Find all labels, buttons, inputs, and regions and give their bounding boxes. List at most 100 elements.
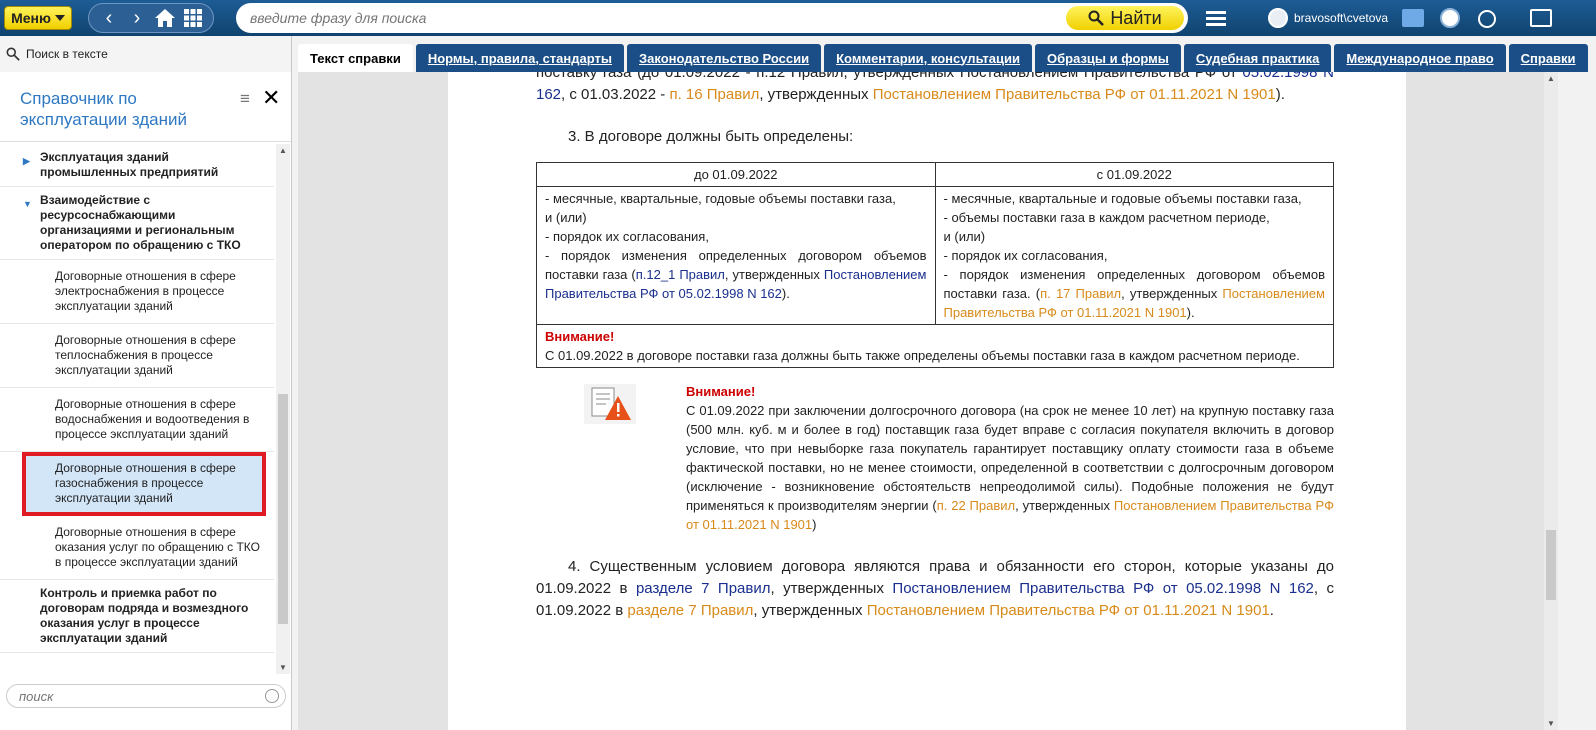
tree-item[interactable]: ▶ Эксплуатация зданий промышленных предпр…	[0, 144, 274, 187]
find-button[interactable]: Найти	[1066, 6, 1184, 30]
cell-line: и (или)	[943, 229, 986, 244]
forward-icon[interactable]: ›	[123, 6, 151, 30]
user-icon	[1268, 8, 1288, 28]
search-icon	[6, 47, 20, 61]
document-content: поставку газа (до 01.09.2022 - п.12 Прав…	[536, 72, 1334, 634]
table-header: до 01.09.2022	[536, 162, 936, 187]
tab-0[interactable]: Текст справки	[298, 44, 413, 72]
tree-item-label: Договорные отношения в сфере водоснабжен…	[55, 397, 250, 441]
chevron-down-icon[interactable]: ▼	[23, 197, 32, 212]
bottom-search-box	[6, 684, 286, 708]
tree-item-selected[interactable]: Договорные отношения в сфере газоснабжен…	[22, 452, 266, 516]
text: )	[812, 517, 817, 532]
left-panel: Поиск в тексте Справочник по эксплуатаци…	[0, 36, 292, 730]
topic-tree: ▶ Эксплуатация зданий промышленных предпр…	[0, 144, 274, 674]
warning-text: С 01.09.2022 в договоре поставки газа до…	[545, 348, 1300, 363]
text: , утвержденных	[724, 267, 820, 282]
link[interactable]: Постановлением Правительства РФ от 05.02…	[892, 580, 1313, 597]
clear-icon[interactable]	[265, 689, 279, 703]
tree-item-label: Договорные отношения в сфере теплоснабже…	[55, 333, 236, 377]
chevron-down-icon	[54, 15, 65, 21]
comparison-table: до 01.09.2022 с 01.09.2022 - месячные, к…	[536, 162, 1334, 368]
tab-7[interactable]: Справки	[1508, 44, 1588, 72]
scroll-up-icon[interactable]: ▲	[279, 146, 287, 155]
paragraph-2-tail: поставку газа (до 01.09.2022 - п.12 Прав…	[536, 72, 1334, 106]
tree-item[interactable]: Контроль и приемка работ по договорам по…	[0, 580, 274, 653]
paragraph-3: 3. В договоре должны быть определены:	[568, 128, 854, 145]
link[interactable]: п.12_1 Правил	[636, 267, 725, 282]
scroll-down-icon[interactable]: ▼	[1547, 719, 1555, 728]
grid-icon[interactable]	[179, 6, 207, 30]
document-area: поставку газа (до 01.09.2022 - п.12 Прав…	[298, 72, 1558, 730]
text: .	[1269, 602, 1274, 619]
link[interactable]: п. 22 Правил	[937, 498, 1015, 513]
tab-2[interactable]: Законодательство России	[626, 44, 822, 72]
tab-6[interactable]: Международное право	[1334, 44, 1506, 72]
tree-item[interactable]: Договорные отношения в сфере теплоснабже…	[0, 324, 274, 388]
search-in-text-label: Поиск в тексте	[26, 47, 108, 61]
tree-item-label: Эксплуатация зданий промышленных предпри…	[40, 150, 219, 179]
document-scrollbar[interactable]: ▲ ▼	[1544, 72, 1558, 730]
folder-icon[interactable]	[1402, 9, 1424, 27]
clock-icon[interactable]	[1440, 8, 1460, 28]
hamburger-icon[interactable]	[1206, 0, 1232, 36]
tree-item[interactable]: Договорные отношения в сфере водоснабжен…	[0, 388, 274, 452]
tree-item-label: Взаимодействие с ресурсоснабжающими орга…	[40, 193, 241, 252]
main-search-input[interactable]	[250, 7, 1050, 29]
text: , утвержденных	[753, 602, 863, 619]
nav-button-group: ‹ ›	[88, 3, 214, 33]
link[interactable]: Постановлением Правительства РФ от 01.11…	[867, 602, 1270, 619]
search-in-text[interactable]: Поиск в тексте	[0, 36, 291, 72]
find-label: Найти	[1110, 7, 1162, 28]
tree-item[interactable]: Договорные отношения в сфере оказания ус…	[0, 516, 274, 580]
tree-item[interactable]: Договорные отношения в сфере электроснаб…	[0, 260, 274, 324]
main-search-box: Найти	[236, 3, 1188, 33]
tab-3[interactable]: Комментарии, консультации	[824, 44, 1032, 72]
tree-item-label: Контроль и приемка работ по договорам по…	[40, 586, 249, 645]
tree-item-label: Договорные отношения в сфере электроснаб…	[55, 269, 236, 313]
text: С 01.09.2022 при заключении долгосрочног…	[686, 403, 1334, 513]
chevron-right-icon[interactable]: ▶	[23, 154, 30, 169]
text: , утвержденных	[1015, 498, 1110, 513]
scroll-thumb[interactable]	[1546, 530, 1556, 600]
scroll-thumb[interactable]	[278, 394, 288, 624]
stopwatch-icon[interactable]	[1478, 10, 1496, 28]
home-icon[interactable]	[151, 6, 179, 30]
table-cell-after: - месячные, квартальные и годовые объемы…	[934, 186, 1334, 325]
paragraph-4: 4. Существенным условием договора являют…	[536, 556, 1334, 622]
document-page: поставку газа (до 01.09.2022 - п.12 Прав…	[448, 72, 1406, 730]
text: , с 01.03.2022 -	[561, 86, 666, 103]
tree-item-label: Договорные отношения в сфере газоснабжен…	[55, 461, 236, 505]
link[interactable]: разделе 7 Правил	[636, 580, 771, 597]
tree-item[interactable]: ▼ Взаимодействие с ресурсоснабжающими орг…	[0, 187, 274, 260]
notice-title: Внимание!	[686, 384, 756, 399]
back-icon[interactable]: ‹	[95, 6, 123, 30]
cell-line: и (или)	[545, 210, 587, 225]
cell-line: - порядок их согласования,	[545, 229, 709, 244]
menu-button[interactable]: Меню	[4, 6, 72, 30]
tab-5[interactable]: Судебная практика	[1183, 44, 1332, 72]
tab-1[interactable]: Нормы, правила, стандарты	[415, 44, 624, 72]
cell-line: - месячные, квартальные, годовые объемы …	[545, 191, 896, 206]
left-scrollbar[interactable]: ▲ ▼	[276, 144, 290, 674]
text: ).	[781, 286, 790, 301]
chat-icon[interactable]	[1530, 9, 1552, 27]
user-account[interactable]: bravosoft\cvetova	[1268, 0, 1388, 36]
scroll-up-icon[interactable]: ▲	[1547, 74, 1555, 83]
tab-4[interactable]: Образцы и формы	[1035, 44, 1181, 72]
table-cell-before: - месячные, квартальные, годовые объемы …	[536, 186, 936, 325]
scroll-down-icon[interactable]: ▼	[279, 663, 287, 672]
bottom-search-input[interactable]	[19, 689, 249, 704]
cell-line: - объемы поставки газа в каждом расчетно…	[943, 210, 1270, 225]
table-warning-cell: Внимание! С 01.09.2022 в договоре постав…	[536, 324, 1334, 368]
text: , утвержденных	[770, 580, 884, 597]
link[interactable]: разделе 7 Правил	[627, 602, 753, 619]
link[interactable]: Постановлением Правительства РФ от 01.11…	[873, 86, 1276, 103]
content-tabs: Текст справки Нормы, правила, стандарты За…	[298, 44, 1588, 72]
list-icon[interactable]: ≡	[240, 89, 250, 109]
link[interactable]: п. 17 Правил	[1040, 286, 1121, 301]
link[interactable]: п. 16 Правил	[669, 86, 759, 103]
tree-item-label: Договорные отношения в сфере оказания ус…	[55, 525, 260, 569]
text: , утвержденных	[1121, 286, 1218, 301]
close-icon[interactable]: ✕	[262, 85, 280, 111]
